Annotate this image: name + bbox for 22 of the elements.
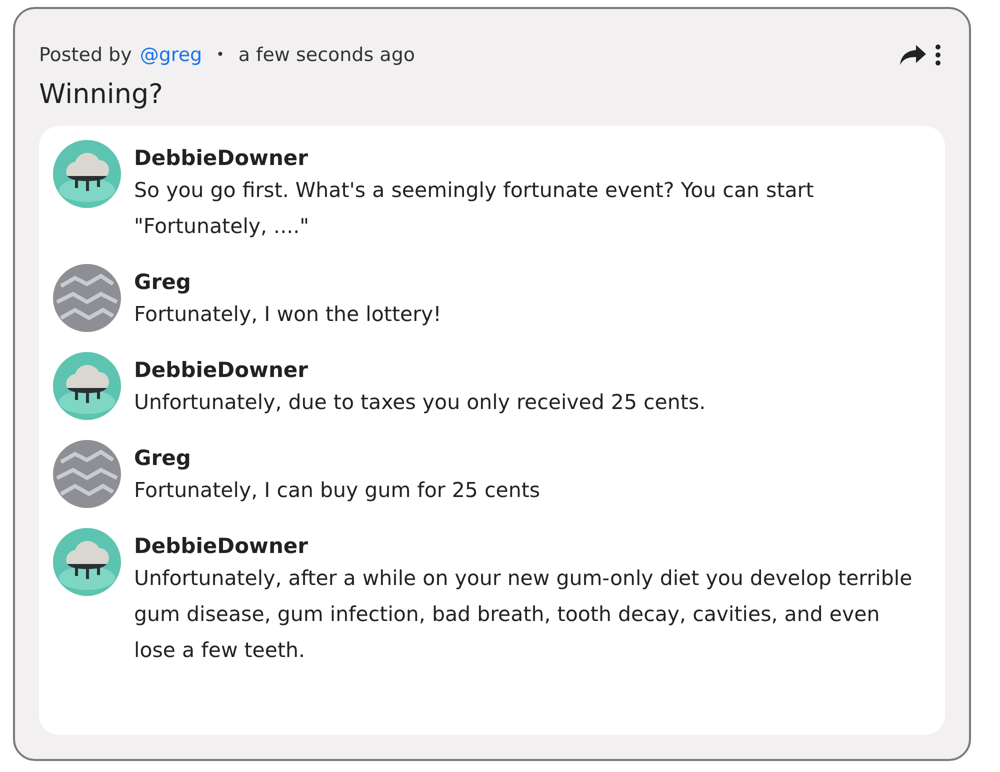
message-text: Fortunately, I can buy gum for 25 cents	[134, 477, 540, 504]
message-text: So you go first. What's a seemingly fortunate event? You can start "Fortunately, ...."	[134, 177, 815, 240]
separator-dot: •	[216, 47, 224, 63]
author-name: DebbieDowner	[134, 533, 309, 560]
message-text: Unfortunately, due to taxes you only received 25 cents.	[134, 389, 706, 416]
cloud-avatar-icon	[53, 528, 121, 596]
post-time: a few seconds ago	[238, 44, 416, 66]
message-text: Unfortunately, after a while on your new gum-only diet you develop terrible gum disease, gum infection, bad breath, tooth decay, cavities, and even lose a few teeth.	[134, 565, 914, 664]
share-icon	[899, 43, 927, 67]
textured-avatar-icon	[53, 440, 121, 508]
more-icon	[935, 44, 941, 66]
author-name: DebbieDowner	[134, 357, 309, 384]
textured-avatar-icon	[53, 264, 121, 332]
post-title: Winning?	[39, 79, 164, 110]
author-name: DebbieDowner	[134, 145, 309, 172]
message-text: Fortunately, I won the lottery!	[134, 301, 442, 328]
author-name: Greg	[134, 269, 192, 296]
posted-by-label: Posted by	[39, 44, 132, 66]
cloud-avatar-icon	[53, 140, 121, 208]
cloud-avatar-icon	[53, 352, 121, 420]
author-link[interactable]: @greg	[140, 44, 202, 66]
author-name: Greg	[134, 445, 192, 472]
